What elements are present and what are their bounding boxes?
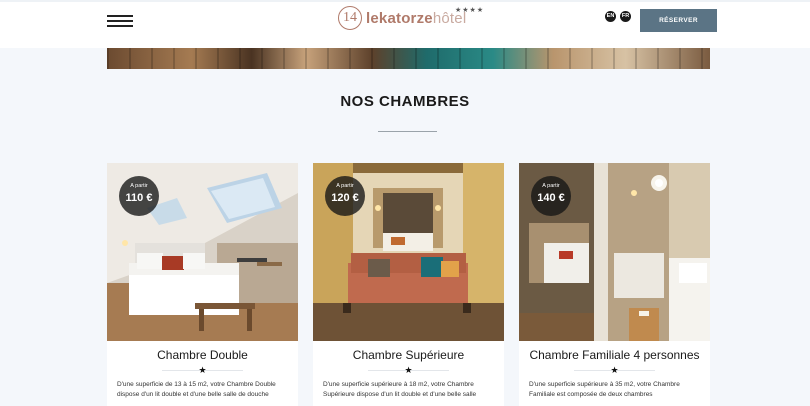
star-icon: ★ xyxy=(404,365,413,375)
reserve-button[interactable]: RÉSERVER xyxy=(640,9,717,32)
language-en-button[interactable]: EN xyxy=(605,11,616,22)
price-badge: A partir 140 € xyxy=(531,176,571,216)
hamburger-menu-icon[interactable] xyxy=(107,15,133,27)
price-badge: A partir 110 € xyxy=(119,176,159,216)
star-icon: ★ xyxy=(198,365,207,375)
price-value: 110 € xyxy=(125,192,153,204)
hero-banner-image xyxy=(107,48,710,69)
logo-number-badge: 14 xyxy=(338,6,362,30)
price-value: 120 € xyxy=(331,192,359,204)
room-description: D'une superficie supérieure à 18 m2, vot… xyxy=(323,381,477,398)
site-header: 14 lekatorzehôtel ★★★★ EN FR RÉSERVER xyxy=(0,0,810,48)
room-description: D'une superficie supérieure à 35 m2, vot… xyxy=(529,381,680,398)
price-label: A partir xyxy=(542,183,560,189)
price-label: A partir xyxy=(130,183,148,189)
room-title[interactable]: Chambre Familiale 4 personnes xyxy=(519,348,710,362)
room-description: D'une superficie de 13 à 15 m2, votre Ch… xyxy=(117,381,276,398)
room-photo-familiale: A partir 140 € xyxy=(519,163,710,341)
hotel-logo[interactable]: 14 lekatorzehôtel ★★★★ xyxy=(338,6,483,32)
room-photo-double: A partir 110 € xyxy=(107,163,298,341)
price-badge: A partir 120 € xyxy=(325,176,365,216)
logo-stars: ★★★★ xyxy=(455,7,485,14)
price-value: 140 € xyxy=(537,192,565,204)
room-card-double[interactable]: A partir 110 € Chambre Double ★ D'une su… xyxy=(107,163,298,406)
language-fr-button[interactable]: FR xyxy=(620,11,631,22)
logo-brand-bold: lekatorze xyxy=(366,10,433,27)
star-icon: ★ xyxy=(610,365,619,375)
room-title[interactable]: Chambre Supérieure xyxy=(313,348,504,362)
room-title[interactable]: Chambre Double xyxy=(107,348,298,362)
header-top-line xyxy=(0,0,810,2)
room-card-familiale[interactable]: A partir 140 € Chambre Familiale 4 perso… xyxy=(519,163,710,406)
price-label: A partir xyxy=(336,183,354,189)
logo-wordmark: lekatorzehôtel xyxy=(366,10,466,27)
section-title-divider xyxy=(378,131,437,132)
section-title: NOS CHAMBRES xyxy=(340,93,470,110)
room-card-superieure[interactable]: A partir 120 € Chambre Supérieure ★ D'un… xyxy=(313,163,504,406)
room-photo-superieure: A partir 120 € xyxy=(313,163,504,341)
